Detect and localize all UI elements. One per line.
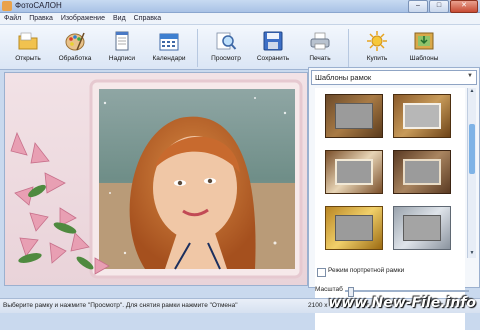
toolbar-separator — [348, 29, 349, 67]
open-button[interactable]: Открыть — [6, 28, 50, 68]
portrait-mode-checkbox[interactable] — [317, 268, 326, 277]
frame-thumbnails — [315, 88, 465, 330]
scroll-thumb[interactable] — [469, 124, 475, 174]
floppy-disk-icon — [263, 31, 283, 51]
calendars-label: Календари — [152, 55, 186, 62]
menu-bar: Файл Правка Изображение Вид Справка — [0, 13, 480, 25]
templates-panel: Шаблоны рамок ▼ ▲ ▼ Режим портретной рам… — [308, 67, 480, 330]
watermark: www.New-File.info — [328, 295, 476, 311]
frame-thumbnail[interactable] — [393, 150, 451, 194]
menu-file[interactable]: Файл — [0, 13, 25, 24]
print-label: Печать — [309, 55, 331, 62]
thumbnails-scrollbar[interactable]: ▲ ▼ — [467, 88, 476, 258]
processing-label: Обработка — [58, 55, 92, 62]
photo-canvas[interactable] — [4, 72, 308, 286]
scroll-down-icon[interactable]: ▼ — [468, 250, 476, 258]
window-title: ФотоСАЛОН — [15, 1, 62, 10]
frame-thumbnail[interactable] — [325, 94, 383, 138]
captions-button[interactable]: Надписи — [100, 28, 144, 68]
palette-icon — [65, 32, 85, 51]
folder-icon — [18, 32, 38, 50]
templates-button[interactable]: Шаблоны — [402, 28, 446, 68]
menu-view[interactable]: Вид — [109, 13, 130, 24]
zoom-label: Масштаб — [315, 286, 343, 293]
calendars-button[interactable]: Календари — [147, 28, 191, 68]
frame-thumbnail[interactable] — [325, 206, 383, 250]
window-controls: – □ ✕ — [407, 0, 478, 13]
calendar-icon — [159, 33, 179, 51]
printer-icon — [310, 32, 330, 50]
menu-edit[interactable]: Правка — [25, 13, 57, 24]
scroll-up-icon[interactable]: ▲ — [468, 88, 476, 96]
zoom-slider[interactable] — [345, 290, 469, 292]
portrait-mode-option[interactable]: Режим портретной рамки — [315, 267, 475, 277]
close-button[interactable]: ✕ — [450, 0, 478, 13]
preview-label: Просмотр — [211, 55, 241, 62]
print-button[interactable]: Печать — [298, 28, 342, 68]
open-label: Открыть — [15, 55, 41, 62]
buy-button[interactable]: Купить — [355, 28, 399, 68]
menu-image[interactable]: Изображение — [57, 13, 109, 24]
maximize-button[interactable]: □ — [429, 0, 449, 13]
app-icon — [2, 1, 12, 11]
save-button[interactable]: Сохранить — [251, 28, 295, 68]
minimize-button[interactable]: – — [408, 0, 428, 13]
portrait-mode-label: Режим портретной рамки — [328, 267, 405, 274]
chevron-down-icon: ▼ — [467, 73, 473, 79]
menu-help[interactable]: Справка — [130, 13, 165, 24]
save-label: Сохранить — [256, 55, 290, 62]
sun-icon — [367, 31, 387, 51]
template-category-value: Шаблоны рамок — [315, 73, 372, 82]
download-frame-icon — [414, 32, 434, 50]
preview-button[interactable]: Просмотр — [204, 28, 248, 68]
status-hint: Выберите рамку и нажмите "Просмотр". Для… — [3, 302, 238, 309]
template-category-select[interactable]: Шаблоны рамок ▼ — [311, 70, 477, 85]
templates-label: Шаблоны — [409, 55, 439, 62]
frame-thumbnail[interactable] — [393, 206, 451, 250]
buy-label: Купить — [366, 55, 388, 62]
title-bar: ФотоСАЛОН – □ ✕ — [0, 0, 480, 13]
toolbar-separator — [197, 29, 198, 67]
notepad-icon — [115, 31, 129, 51]
frame-thumbnail[interactable] — [325, 150, 383, 194]
captions-label: Надписи — [108, 55, 136, 62]
framed-photo — [5, 73, 307, 285]
magnifier-icon — [216, 32, 237, 50]
toolbar: Открыть Обработка Надписи Календари Прос… — [0, 25, 480, 70]
status-bar: Выберите рамку и нажмите "Просмотр". Для… — [0, 295, 480, 313]
processing-button[interactable]: Обработка — [53, 28, 97, 68]
frame-thumbnail[interactable] — [393, 94, 451, 138]
